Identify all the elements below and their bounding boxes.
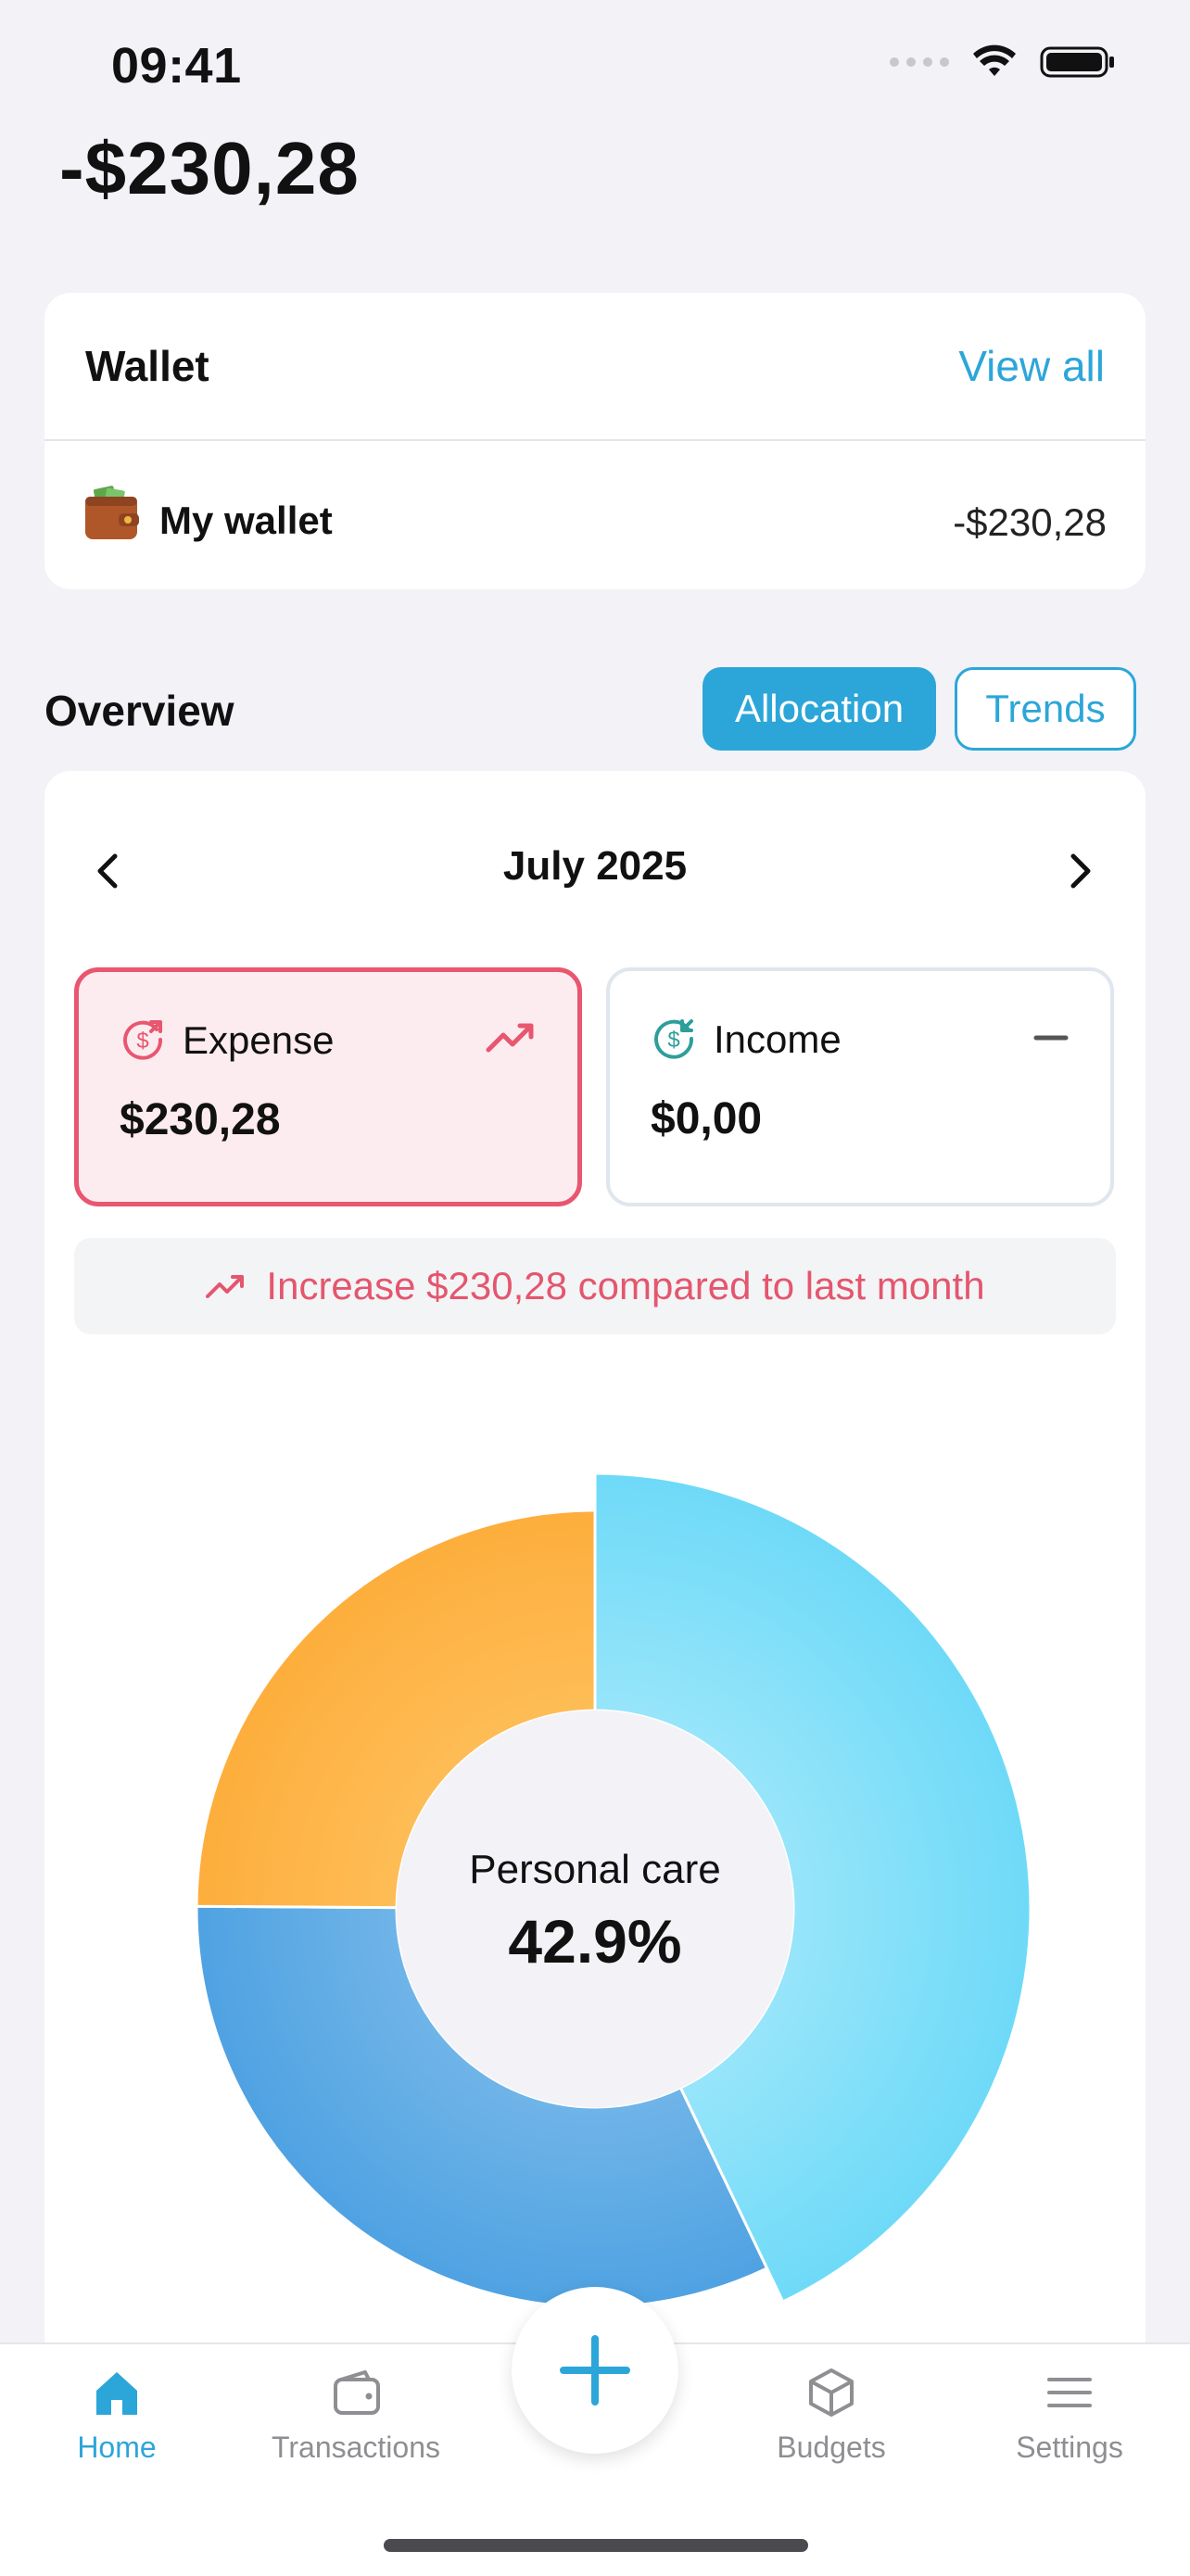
chart-center-label: Personal care: [469, 1847, 720, 1892]
add-transaction-button[interactable]: [512, 2287, 678, 2454]
wallet-outline-icon: [334, 2370, 380, 2415]
chart-center-value: 42.9%: [508, 1907, 681, 1976]
allocation-chart[interactable]: Personal care 42.9%: [0, 0, 1190, 2342]
tab-label-transactions: Transactions: [272, 2431, 440, 2464]
tab-label-settings: Settings: [1016, 2431, 1123, 2464]
tab-transactions[interactable]: Transactions: [254, 2365, 458, 2465]
plus-icon: [560, 2335, 630, 2406]
box-icon: [809, 2368, 854, 2417]
home-icon: [96, 2372, 137, 2415]
tab-label-budgets: Budgets: [777, 2431, 886, 2464]
tab-label-home: Home: [77, 2431, 157, 2464]
tab-home[interactable]: Home: [15, 2365, 219, 2465]
tab-settings[interactable]: Settings: [968, 2365, 1171, 2465]
home-indicator: [384, 2539, 808, 2552]
menu-icon: [1047, 2378, 1092, 2407]
tab-budgets[interactable]: Budgets: [729, 2365, 933, 2465]
